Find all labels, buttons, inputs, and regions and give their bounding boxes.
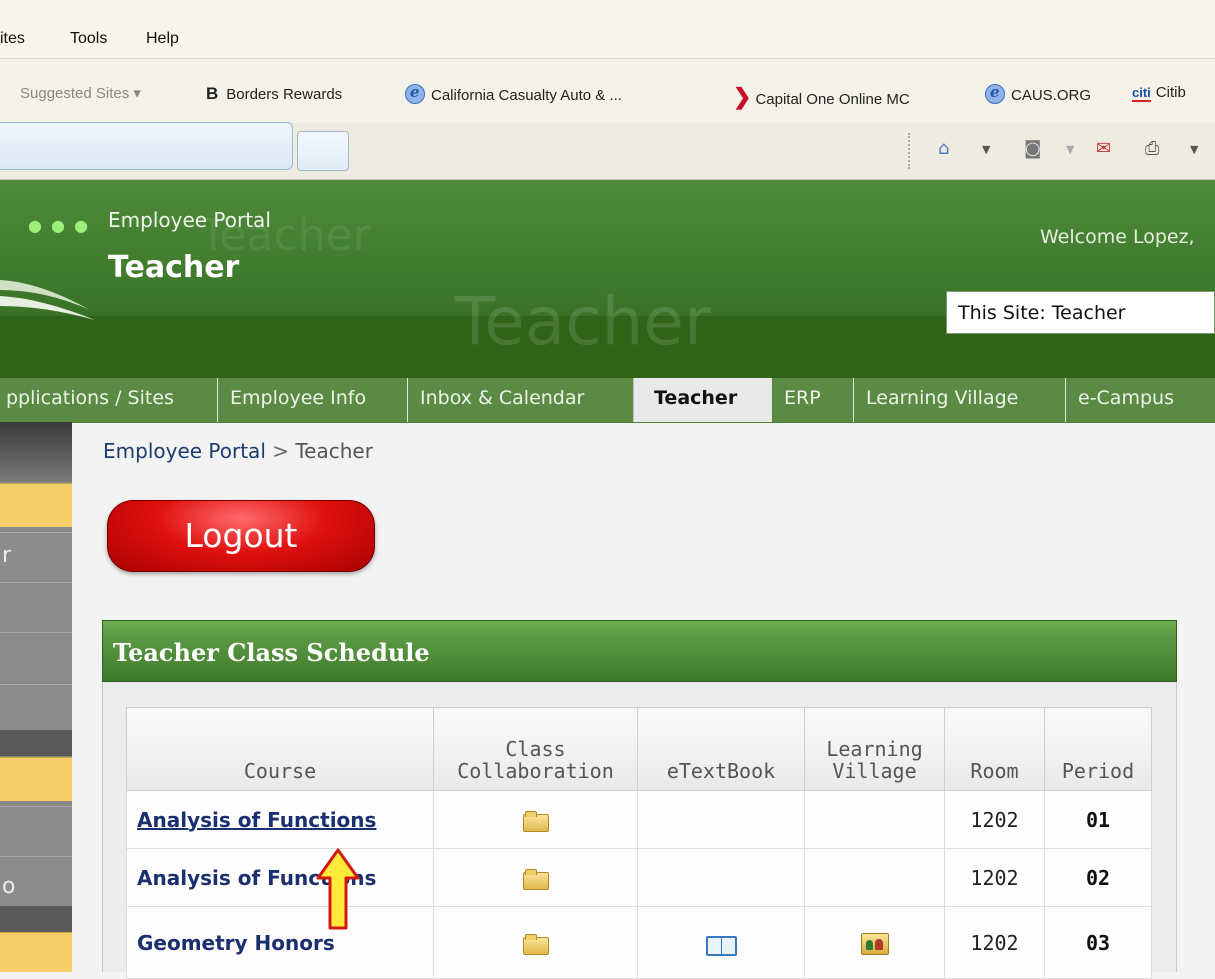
room-cell: 1202 bbox=[944, 790, 1045, 849]
header-ghost-text-large: Teacher bbox=[455, 283, 712, 360]
favorites-caus-label: CAUS.ORG bbox=[1011, 87, 1092, 104]
sidebar-item-active[interactable] bbox=[0, 483, 72, 527]
favorites-citi[interactable]: citi Citib bbox=[1132, 84, 1186, 102]
tab-teacher[interactable]: Teacher bbox=[633, 378, 771, 422]
period-cell: 01 bbox=[1044, 790, 1152, 849]
site-title: Teacher bbox=[108, 250, 240, 285]
sidebar-item-highlight[interactable] bbox=[0, 932, 72, 972]
sidebar-item[interactable] bbox=[0, 806, 72, 854]
print-dropdown-icon[interactable]: ▼ bbox=[1190, 143, 1198, 156]
learning-village-cell bbox=[804, 906, 945, 979]
welcome-text: Welcome Lopez, bbox=[1040, 226, 1195, 248]
learning-village-cell bbox=[804, 848, 945, 907]
sidebar-item[interactable]: o bbox=[0, 856, 72, 906]
etextbook-cell bbox=[637, 790, 805, 849]
learning-village-cell bbox=[804, 790, 945, 849]
favorites-suggested-sites[interactable]: Suggested Sites ▾ bbox=[20, 84, 141, 102]
breadcrumb-separator: > bbox=[272, 439, 289, 463]
breadcrumb: Employee Portal > Teacher bbox=[103, 439, 373, 463]
portal-title: Employee Portal bbox=[108, 208, 271, 232]
favorites-california-label: California Casualty Auto & ... bbox=[431, 87, 622, 104]
schedule-panel-title: Teacher Class Schedule bbox=[113, 638, 430, 667]
rss-dropdown-icon[interactable]: ▼ bbox=[1066, 143, 1074, 156]
sidebar-item[interactable] bbox=[0, 684, 72, 730]
site-search-scope-select[interactable]: This Site: Teacher bbox=[946, 291, 1215, 334]
browser-tab-current[interactable] bbox=[0, 122, 293, 170]
favorites-capital-one[interactable]: ❯ Capital One Online MC bbox=[733, 84, 910, 110]
tab-erp[interactable]: ERP bbox=[771, 378, 853, 422]
course-cell: Analysis of Functions bbox=[126, 848, 434, 907]
ie-icon bbox=[985, 83, 1005, 104]
tab-learning-village[interactable]: Learning Village bbox=[853, 378, 1065, 422]
toolbar-separator bbox=[908, 133, 911, 169]
tab-e-campus[interactable]: e-Campus bbox=[1065, 378, 1215, 422]
breadcrumb-current: Teacher bbox=[295, 439, 373, 463]
class-collaboration-cell bbox=[433, 906, 638, 979]
favorites-capital-label: Capital One Online MC bbox=[755, 91, 910, 108]
course-cell: Geometry Honors bbox=[126, 906, 434, 979]
sidebar-item-highlight[interactable] bbox=[0, 757, 72, 801]
decorative-dots-icon: ● ● ● bbox=[28, 216, 91, 235]
column-header-learning-village: Learning Village bbox=[804, 707, 945, 791]
sidebar-section-divider bbox=[0, 906, 72, 932]
etextbook-cell bbox=[637, 848, 805, 907]
period-cell: 03 bbox=[1044, 906, 1152, 979]
menu-favorites[interactable]: ites bbox=[0, 30, 25, 48]
folder-icon[interactable] bbox=[522, 811, 549, 832]
sidebar-item[interactable] bbox=[0, 582, 72, 630]
ie-icon bbox=[405, 83, 425, 104]
logout-button[interactable]: Logout bbox=[107, 500, 375, 572]
favorites-caus[interactable]: CAUS.ORG bbox=[985, 83, 1092, 104]
column-header-course: Course bbox=[126, 707, 434, 791]
table-row: Analysis of Functions 1202 01 bbox=[126, 790, 1152, 849]
column-header-etextbook: eTextBook bbox=[637, 707, 805, 791]
print-icon[interactable]: ⎙ bbox=[1145, 138, 1159, 159]
folder-icon[interactable] bbox=[522, 869, 549, 890]
column-header-room: Room bbox=[944, 707, 1045, 791]
etextbook-cell bbox=[637, 906, 805, 979]
room-cell: 1202 bbox=[944, 906, 1045, 979]
class-collaboration-cell bbox=[433, 790, 638, 849]
menu-tools[interactable]: Tools bbox=[70, 30, 107, 48]
course-link[interactable]: Analysis of Functions bbox=[137, 808, 376, 832]
period-cell: 02 bbox=[1044, 848, 1152, 907]
folder-icon[interactable] bbox=[522, 934, 549, 955]
room-cell: 1202 bbox=[944, 848, 1045, 907]
favorites-citi-label: Citib bbox=[1155, 84, 1186, 101]
sidebar-header bbox=[0, 422, 72, 482]
tab-inbox-calendar[interactable]: Inbox & Calendar bbox=[407, 378, 633, 422]
class-schedule-table: Course Class Collaboration eTextBook Lear… bbox=[126, 707, 1152, 979]
browser-menu-bar: ites Tools Help bbox=[0, 0, 1215, 59]
table-row: Geometry Honors 1202 03 bbox=[126, 906, 1152, 979]
class-collaboration-cell bbox=[433, 848, 638, 907]
favorites-borders-label: Borders Rewards bbox=[226, 86, 343, 103]
tab-applications-sites[interactable]: pplications / Sites bbox=[0, 378, 217, 422]
column-header-class-collaboration: Class Collaboration bbox=[433, 707, 638, 791]
sidebar-item[interactable] bbox=[0, 632, 72, 682]
tab-employee-info[interactable]: Employee Info bbox=[217, 378, 407, 422]
sidebar-item[interactable]: r bbox=[0, 532, 72, 580]
course-cell: Analysis of Functions bbox=[126, 790, 434, 849]
table-row: Analysis of Functions 1202 02 bbox=[126, 848, 1152, 907]
home-dropdown-icon[interactable]: ▼ bbox=[982, 143, 990, 156]
favorites-california-casualty[interactable]: California Casualty Auto & ... bbox=[405, 83, 622, 104]
menu-help[interactable]: Help bbox=[146, 30, 179, 48]
annotation-arrow-icon bbox=[316, 848, 360, 930]
read-mail-icon[interactable]: ✉ bbox=[1096, 138, 1111, 159]
column-header-period: Period bbox=[1044, 707, 1152, 791]
citi-icon: citi bbox=[1132, 85, 1151, 102]
b-logo-icon: B bbox=[206, 84, 219, 103]
favorites-borders-rewards[interactable]: B Borders Rewards bbox=[206, 84, 342, 104]
open-book-icon[interactable] bbox=[706, 934, 737, 956]
learning-village-people-icon[interactable] bbox=[860, 932, 889, 955]
capital-one-icon: ❯ bbox=[733, 84, 752, 109]
portal-logo-swoosh-icon bbox=[0, 280, 95, 320]
breadcrumb-root-link[interactable]: Employee Portal bbox=[103, 439, 266, 463]
course-link[interactable]: Geometry Honors bbox=[137, 931, 335, 955]
sidebar-section-divider bbox=[0, 730, 72, 756]
new-tab-button[interactable] bbox=[297, 131, 349, 171]
rss-feed-icon[interactable]: ◙ bbox=[1024, 138, 1041, 159]
home-icon[interactable]: ⌂ bbox=[938, 138, 949, 159]
